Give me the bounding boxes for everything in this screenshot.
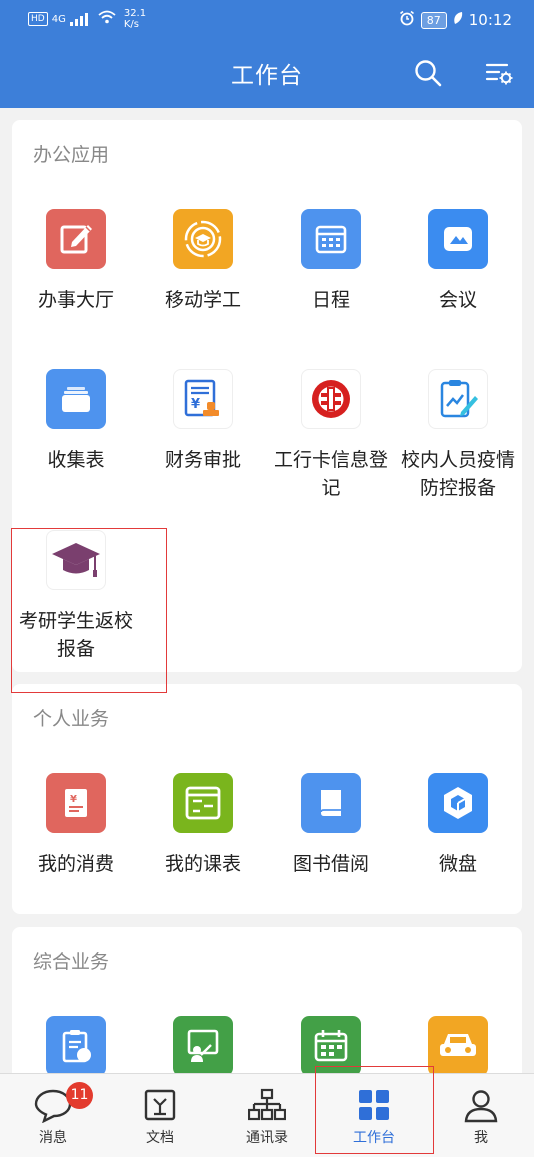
signal-icon: [69, 12, 88, 26]
app-label: 收集表: [47, 449, 105, 471]
receipt-icon: ¥: [46, 773, 106, 833]
app-finance-approval[interactable]: ¥ 财务审批: [139, 369, 267, 474]
book-icon: [301, 773, 361, 833]
app-schedule[interactable]: 日程: [267, 209, 395, 314]
highlight-postgrad-return-app: [11, 528, 167, 693]
section-title: 办公应用: [33, 144, 110, 166]
app-service-hall[interactable]: 办事大厅: [12, 209, 140, 314]
personal-services-section: 个人业务 ¥ 我的消费 我的课表 图书借阅 微盘: [12, 684, 522, 914]
tab-documents[interactable]: 文档: [107, 1086, 213, 1147]
svg-text:¥: ¥: [191, 397, 200, 412]
tab-me[interactable]: 我: [428, 1086, 534, 1147]
timetable-icon: [173, 773, 233, 833]
teacher-board-icon: [173, 1016, 233, 1076]
page-title: 工作台: [231, 63, 303, 89]
clock-time: 10:12: [468, 11, 512, 29]
app-label: 我的消费: [37, 853, 114, 875]
wifi-icon: [98, 10, 116, 28]
app-label: 日程: [311, 289, 350, 311]
app-label: 工行卡信息登记: [273, 449, 388, 499]
network-type: 4G: [51, 13, 66, 25]
speed-unit: K/s: [123, 19, 139, 30]
leaf-icon: [453, 11, 463, 29]
meeting-icon: [428, 209, 488, 269]
svg-text:¥: ¥: [70, 794, 77, 805]
org-chart-icon: [214, 1086, 320, 1124]
highlight-workbench-tab: [315, 1066, 434, 1154]
app-library-borrowing[interactable]: 图书借阅: [267, 773, 395, 878]
unread-badge: 11: [66, 1082, 93, 1109]
tab-label: 通讯录: [246, 1130, 288, 1146]
app-label: 办事大厅: [37, 289, 114, 311]
calendar-icon: [301, 209, 361, 269]
app-label: 我的课表: [164, 853, 241, 875]
app-icbc-card-registration[interactable]: 工行卡信息登记: [267, 369, 395, 502]
app-cloud-drive[interactable]: 微盘: [394, 773, 522, 878]
graduation-badge-icon: [173, 209, 233, 269]
general-services-section: 综合业务: [12, 927, 522, 1087]
speed-value: 32.1: [123, 8, 147, 19]
tab-label: 我: [474, 1130, 488, 1146]
clipboard-book-icon: [46, 1016, 106, 1076]
app-mobile-student-affairs[interactable]: 移动学工: [139, 209, 267, 314]
app-label: 会议: [438, 289, 477, 311]
finance-document-icon: ¥: [173, 369, 233, 429]
app-epidemic-report[interactable]: 校内人员疫情防控报备: [394, 369, 522, 502]
tab-label: 消息: [39, 1130, 67, 1146]
section-title: 个人业务: [33, 708, 110, 730]
app-meeting[interactable]: 会议: [394, 209, 522, 314]
person-icon: [428, 1086, 534, 1124]
hd-indicator: HD: [28, 12, 48, 26]
app-general-2[interactable]: [139, 1016, 267, 1076]
network-speed: 32.1 K/s: [124, 8, 146, 30]
tab-label: 文档: [146, 1130, 174, 1146]
icbc-logo-icon: [301, 369, 361, 429]
tab-messages[interactable]: 消息 11: [0, 1082, 106, 1147]
app-header: HD 4G 32.1 K/s 87 10:12 工作台: [0, 0, 534, 108]
app-label: 微盘: [438, 853, 477, 875]
clipboard-chart-icon: [428, 369, 488, 429]
search-icon[interactable]: [413, 58, 443, 88]
app-my-spending[interactable]: ¥ 我的消费: [12, 773, 140, 878]
app-my-timetable[interactable]: 我的课表: [139, 773, 267, 878]
battery-icon: 87: [420, 11, 447, 29]
cloud-drive-icon: [428, 773, 488, 833]
car-icon: [428, 1016, 488, 1076]
edit-icon: [46, 209, 106, 269]
app-label: 校内人员疫情防控报备: [400, 449, 515, 499]
app-label: 图书借阅: [292, 853, 369, 875]
alarm-icon: [399, 10, 415, 30]
app-general-1[interactable]: [12, 1016, 140, 1076]
section-title: 综合业务: [33, 951, 110, 973]
app-label: 财务审批: [164, 449, 241, 471]
app-label: 移动学工: [164, 289, 241, 311]
folder-icon: [46, 369, 106, 429]
status-bar: HD 4G 32.1 K/s 87 10:12: [0, 0, 534, 38]
tab-contacts[interactable]: 通讯录: [214, 1086, 320, 1147]
bottom-nav: 消息 11 文档 通讯录 工作台 我: [0, 1073, 534, 1157]
app-collection-form[interactable]: 收集表: [12, 369, 140, 474]
settings-list-icon[interactable]: [485, 58, 515, 88]
document-icon: [107, 1086, 213, 1124]
